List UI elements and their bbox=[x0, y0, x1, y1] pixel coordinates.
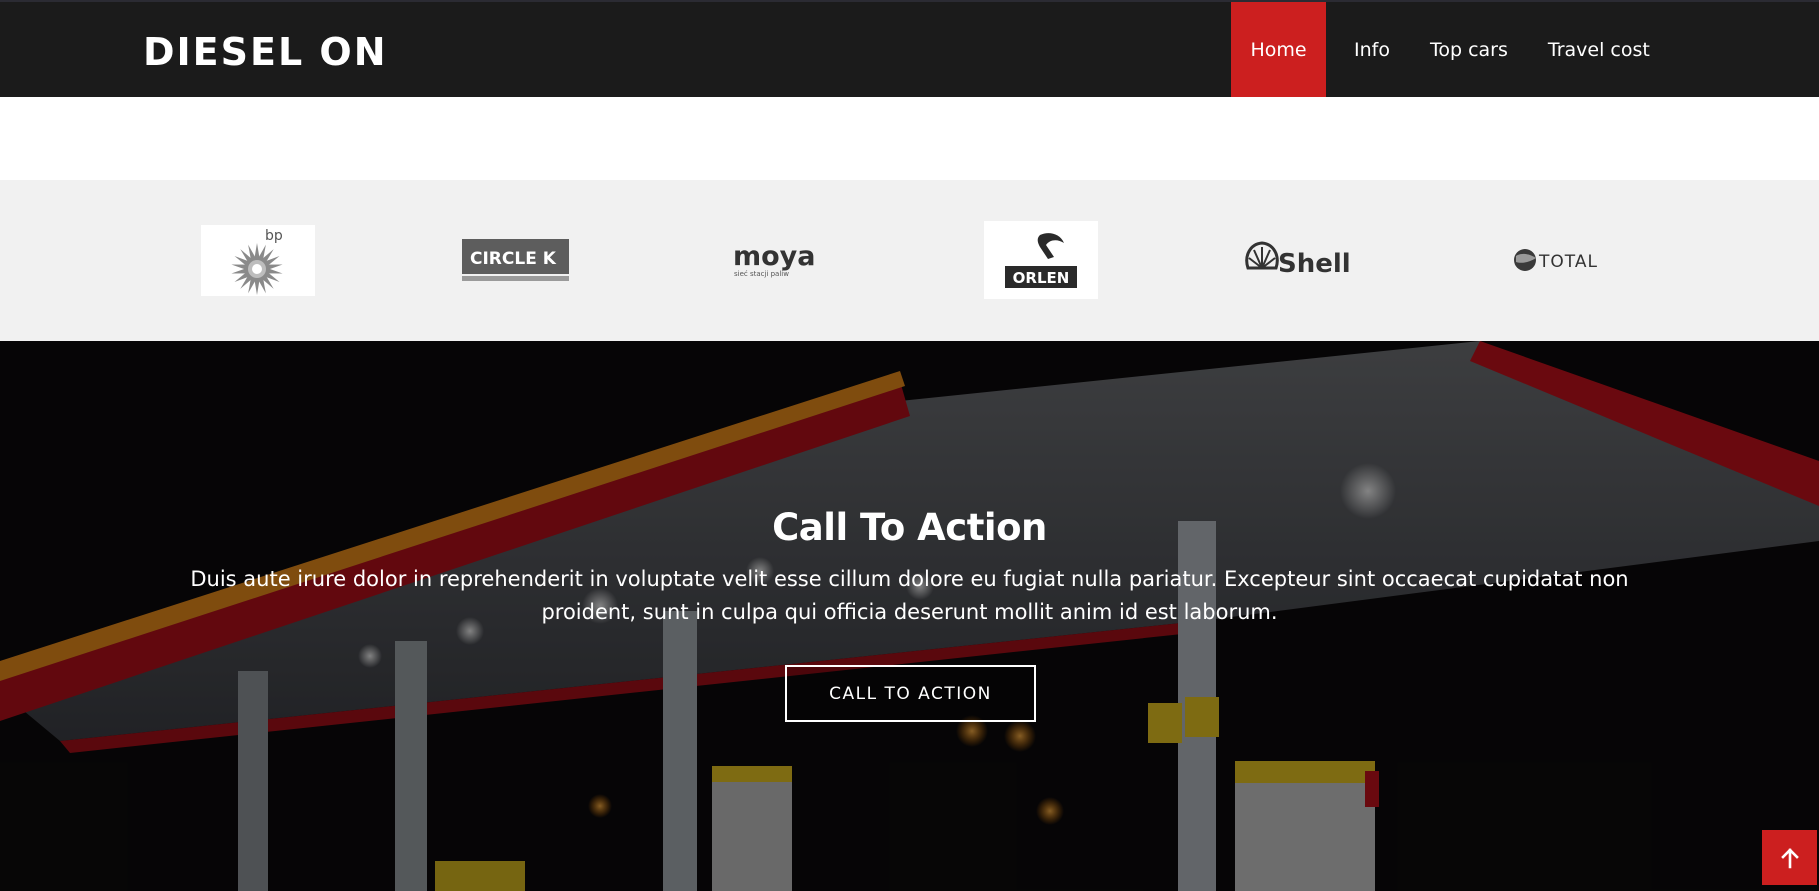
orlen-logo: ORLEN bbox=[1005, 233, 1077, 288]
arrow-up-icon bbox=[1780, 847, 1799, 868]
client-circle-k[interactable]: CIRCLE K bbox=[462, 238, 578, 284]
moya-tagline: sieć stacji paliw bbox=[734, 270, 789, 278]
circle-k-logo: CIRCLE K bbox=[462, 239, 569, 281]
clients-section: bp CIRCLE K moya sieć stacji paliw ORLEN… bbox=[0, 180, 1819, 341]
client-moya[interactable]: moya sieć stacji paliw bbox=[731, 240, 827, 280]
shell-wordmark: Shell bbox=[1278, 249, 1351, 279]
client-orlen[interactable]: ORLEN bbox=[984, 221, 1098, 299]
back-to-top-button[interactable] bbox=[1762, 830, 1817, 885]
client-shell[interactable]: Shell bbox=[1244, 238, 1362, 282]
cta-description: Duis aute irure dolor in reprehenderit i… bbox=[190, 567, 1629, 624]
nav-item-info[interactable]: Info bbox=[1326, 2, 1410, 97]
cta-section: Call To Action Duis aute irure dolor in … bbox=[0, 341, 1819, 891]
moya-logo: moya sieć stacji paliw bbox=[733, 241, 816, 278]
bp-wordmark: bp bbox=[265, 228, 283, 244]
client-bp[interactable]: bp bbox=[201, 225, 315, 296]
nav-item-top-cars[interactable]: Top cars bbox=[1410, 2, 1528, 97]
shell-logo: Shell bbox=[1245, 241, 1351, 279]
cta-title: Call To Action bbox=[772, 506, 1047, 549]
circle-k-wordmark: CIRCLE K bbox=[470, 249, 557, 269]
brand-logo[interactable]: DIESEL ON bbox=[143, 30, 388, 74]
bp-logo: bp bbox=[231, 228, 283, 295]
client-total[interactable]: TOTAL bbox=[1512, 242, 1616, 278]
moya-wordmark: moya bbox=[733, 241, 816, 272]
call-to-action-button[interactable]: CALL TO ACTION bbox=[785, 665, 1036, 722]
total-wordmark: TOTAL bbox=[1538, 252, 1598, 272]
nav-item-home[interactable]: Home bbox=[1231, 2, 1326, 97]
total-logo: TOTAL bbox=[1514, 249, 1598, 272]
main-nav: Home Info Top cars Travel cost bbox=[1231, 2, 1670, 97]
orlen-wordmark: ORLEN bbox=[1013, 269, 1070, 287]
site-header: DIESEL ON Home Info Top cars Travel cost bbox=[0, 0, 1819, 97]
nav-item-travel-cost[interactable]: Travel cost bbox=[1528, 2, 1670, 97]
